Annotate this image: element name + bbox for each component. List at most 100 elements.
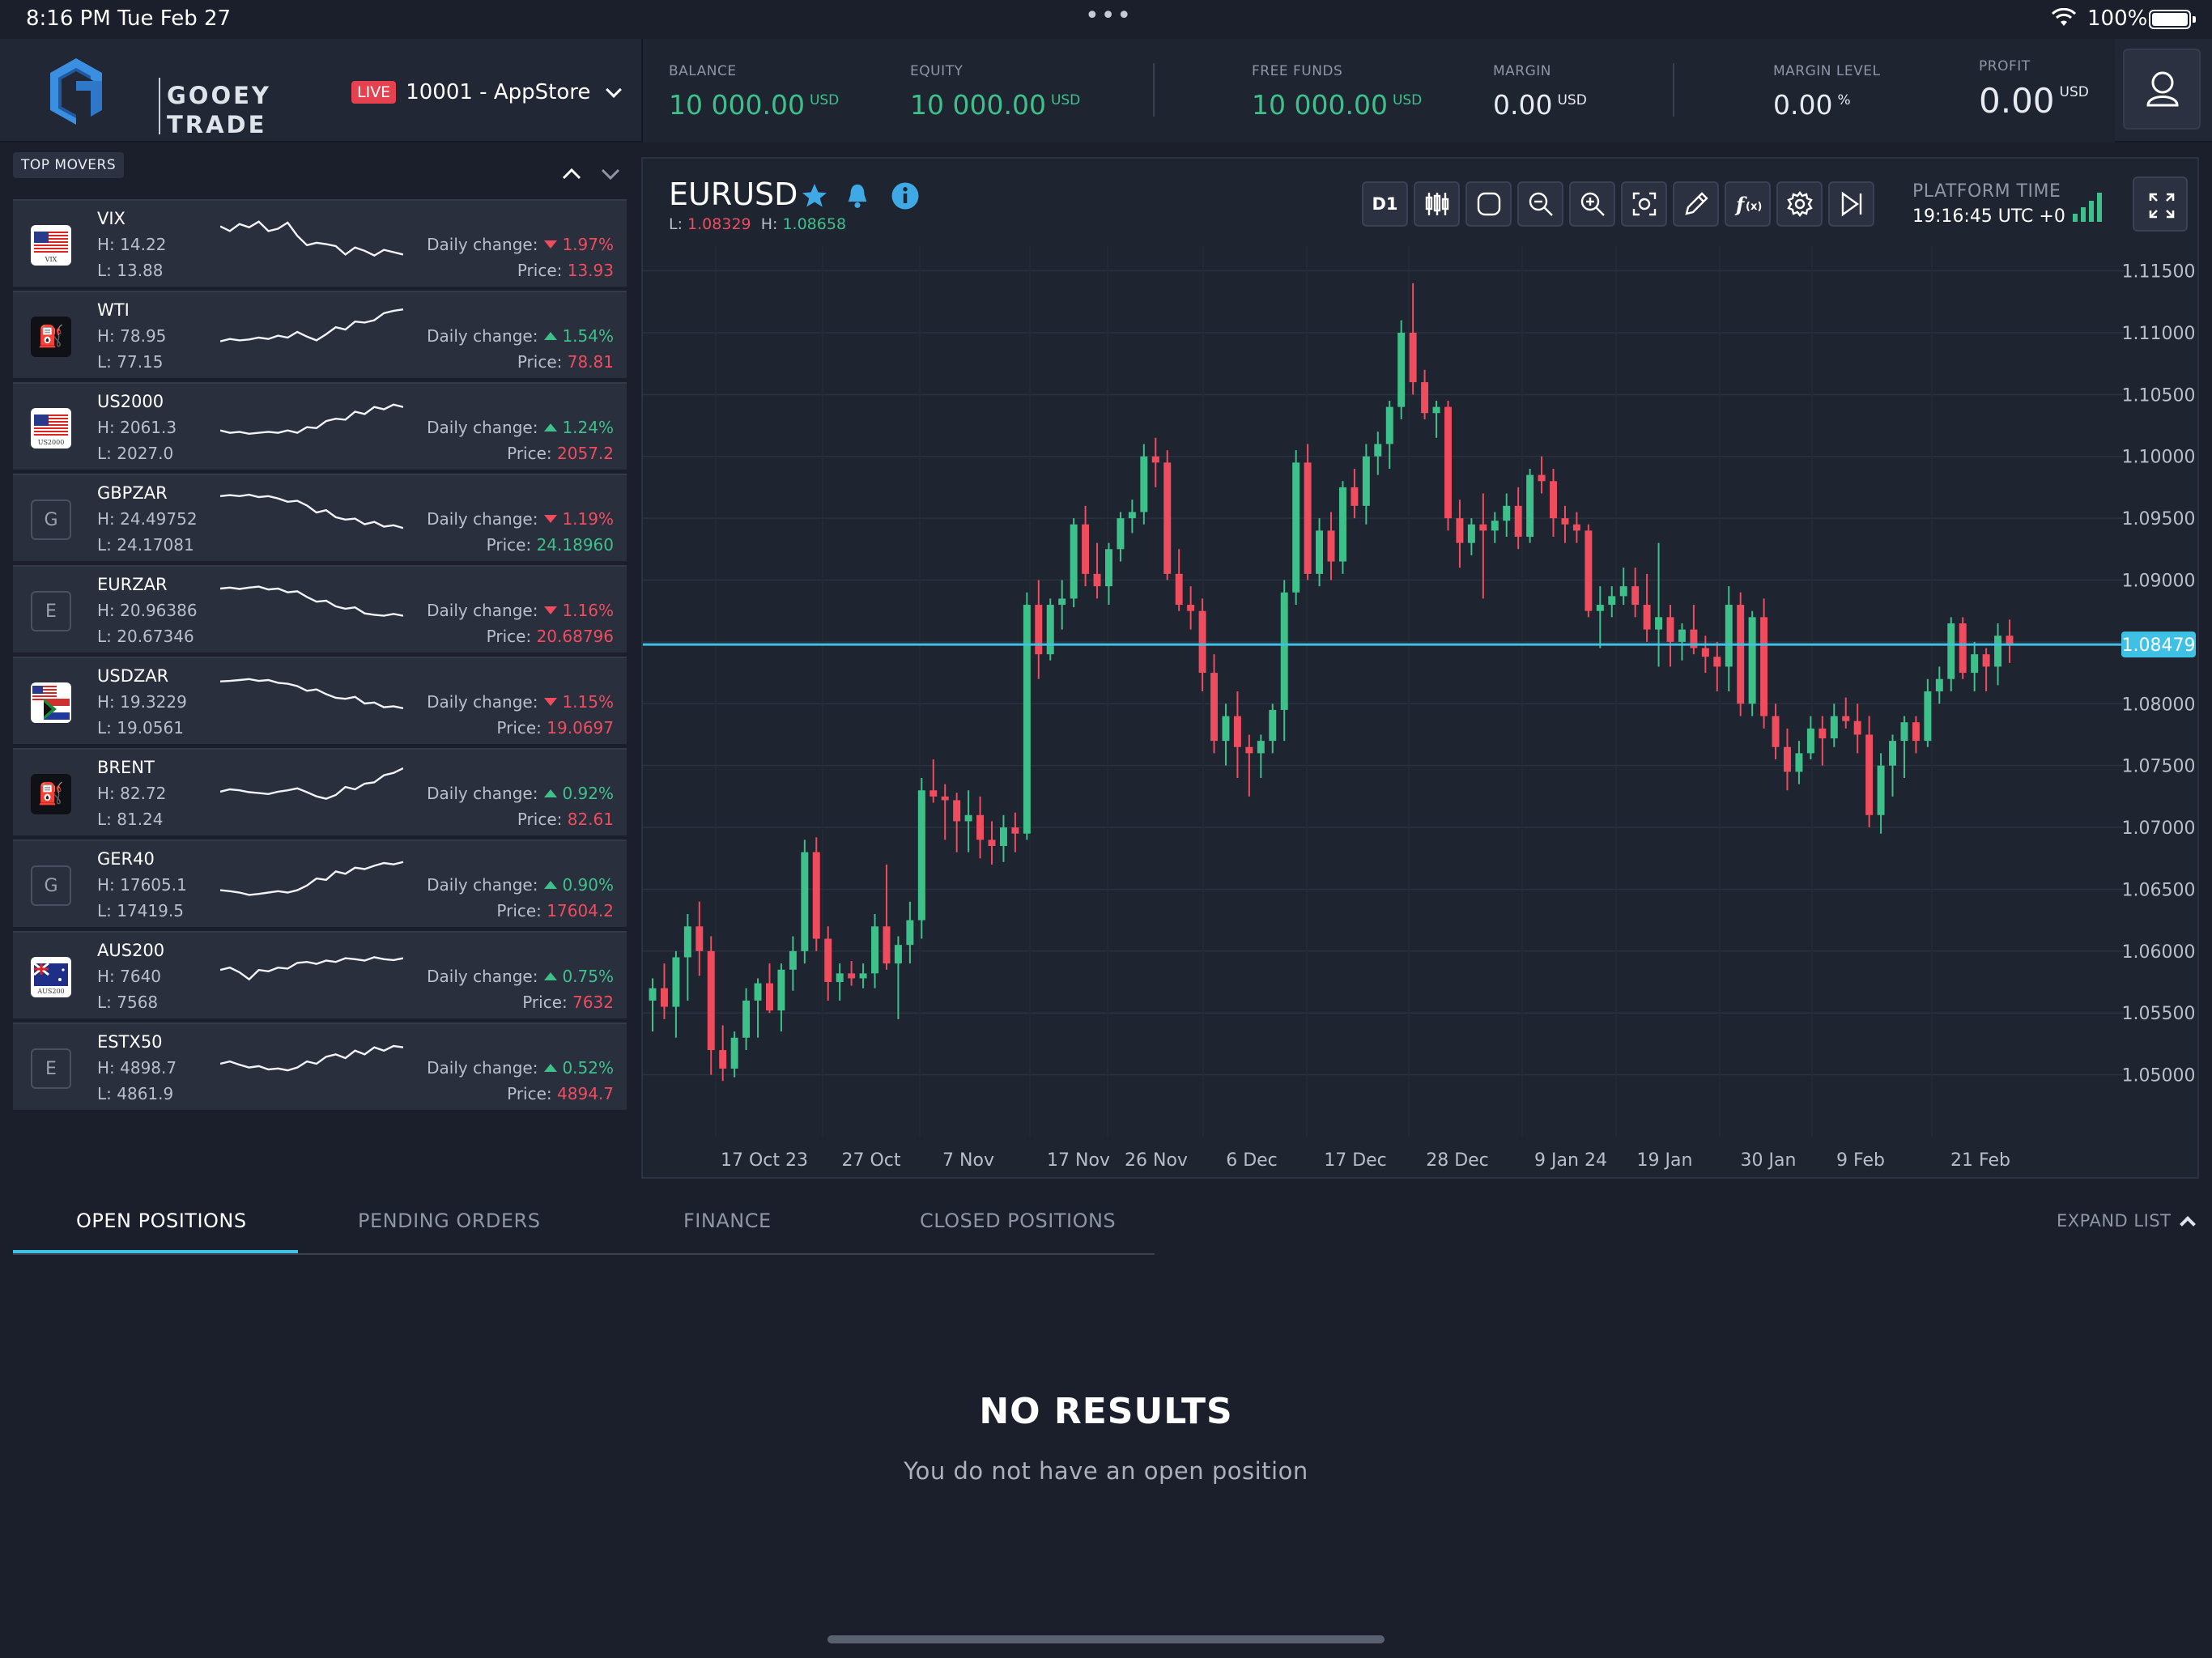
metric-value: 10 000.00 USD — [1252, 89, 1423, 121]
price-alert-bell-icon[interactable] — [844, 181, 871, 210]
candle-body — [1830, 716, 1838, 739]
mover-high: H: 7640 — [97, 967, 162, 986]
mover-row[interactable]: G GER40 H: 17605.1 L: 17419.5 Daily change: 0… — [13, 840, 627, 927]
x-tick-label: 26 Nov — [1125, 1150, 1188, 1171]
y-tick-label: 1.10000 — [2122, 448, 2196, 468]
mover-symbol: ESTX50 — [97, 1032, 163, 1052]
zoom-out-icon — [1529, 192, 1553, 216]
y-tick-label: 1.05500 — [2122, 1004, 2196, 1024]
chart-type-button[interactable] — [1414, 181, 1460, 227]
scroll-to-latest-button[interactable] — [1828, 181, 1874, 227]
candle-body — [672, 957, 680, 1007]
indicators-button[interactable]: f (x) — [1725, 181, 1771, 227]
tab-closed-positions[interactable]: CLOSED POSITIONS — [920, 1209, 1116, 1232]
candle-body — [1701, 648, 1709, 657]
x-tick-label: 17 Dec — [1324, 1150, 1387, 1171]
mover-price: Price: 13.93 — [517, 261, 614, 280]
candle-body — [1421, 382, 1429, 414]
expand-list-button[interactable]: EXPAND LIST — [2057, 1211, 2197, 1232]
triangle-down-icon — [544, 515, 558, 523]
triangle-up-icon — [544, 972, 558, 980]
sparkline-path — [220, 585, 403, 617]
mover-symbol: AUS200 — [97, 941, 165, 960]
settings-button[interactable] — [1776, 181, 1823, 227]
timeframe-button[interactable]: D1 — [1362, 181, 1408, 227]
account-selector[interactable]: LIVE 10001 - AppStore — [351, 76, 623, 108]
logo-wordmark: GOOEY TRADE — [167, 81, 271, 139]
draw-button[interactable] — [1673, 181, 1719, 227]
candle-body — [801, 852, 809, 951]
connection-signal-icon — [2073, 193, 2102, 222]
mover-row[interactable]: VIX VIX H: 14.22 L: 13.88 Daily change: 1.97%… — [13, 199, 627, 287]
mover-row[interactable]: G GBPZAR H: 24.49752 L: 24.17081 Daily chang… — [13, 474, 627, 561]
metric-label: FREE FUNDS — [1252, 63, 1343, 79]
candlestick-chart[interactable]: 1.11500 1.11000 1.10500 1.10000 1.09500 1.090… — [643, 246, 2197, 1175]
mover-price: Price: 78.81 — [517, 352, 614, 372]
mover-price: Price: 20.68796 — [486, 627, 614, 646]
mover-row[interactable]: E EURZAR H: 20.96386 L: 20.67346 Daily chang… — [13, 565, 627, 653]
candle-body — [1982, 654, 1990, 667]
tab-open-positions[interactable]: OPEN POSITIONS — [76, 1209, 247, 1232]
chevron-up-icon[interactable] — [562, 168, 581, 180]
triangle-up-icon — [544, 1064, 558, 1072]
candle-body — [1596, 605, 1604, 611]
mover-low: L: 77.15 — [97, 352, 164, 372]
candle-body — [719, 1050, 727, 1069]
favorite-star-icon[interactable] — [800, 181, 829, 210]
mover-row[interactable]: ⛽ BRENT H: 82.72 L: 81.24 Daily change: 0.92%… — [13, 748, 627, 835]
mover-high: H: 4898.7 — [97, 1058, 177, 1078]
chevron-down-icon[interactable] — [601, 168, 620, 181]
expand-list-label: EXPAND LIST — [2057, 1211, 2172, 1231]
sparkline-path — [220, 678, 403, 709]
info-icon[interactable] — [891, 181, 920, 210]
candle-body — [953, 800, 961, 822]
tab-finance[interactable]: FINANCE — [683, 1209, 772, 1232]
candle-body — [2006, 636, 2014, 644]
candle-body — [1608, 596, 1616, 606]
x-tick-label: 19 Jan — [1637, 1150, 1693, 1171]
mover-row[interactable]: ⛽ WTI H: 78.95 L: 77.15 Daily change: 1.54% Pr… — [13, 291, 627, 378]
metric-label: EQUITY — [910, 63, 963, 79]
sparkline-path — [220, 861, 403, 896]
multitasking-dots[interactable]: ••• — [1085, 2, 1133, 30]
candle-body — [1374, 444, 1382, 457]
candle-body — [1233, 716, 1241, 747]
candle-body — [964, 814, 972, 822]
mover-low: L: 4861.9 — [97, 1084, 174, 1103]
candle-body — [1912, 722, 1920, 742]
home-indicator[interactable] — [827, 1635, 1385, 1643]
mover-symbol: GER40 — [97, 849, 155, 869]
candle-body — [976, 814, 985, 840]
mover-row[interactable]: AUS200 AUS200 H: 7640 L: 7568 Daily change: 0… — [13, 931, 627, 1018]
candle-body — [1105, 549, 1112, 587]
mover-symbol: WTI — [97, 300, 130, 320]
metric-value: 0.00% — [1773, 89, 1851, 121]
mover-row[interactable]: US2000 US2000 H: 2061.3 L: 2027.0 Daily chan… — [13, 382, 627, 470]
candle-body — [999, 827, 1007, 846]
tab-pending-orders[interactable]: PENDING ORDERS — [358, 1209, 540, 1232]
sparkline-path — [220, 493, 403, 529]
chart-shape-button[interactable] — [1465, 181, 1512, 227]
chart-panel: EURUSD L: 1.08329 H: 1.08658 D1 f (x) PL… — [641, 157, 2199, 1179]
candle-body — [1210, 673, 1218, 742]
mover-high: H: 2061.3 — [97, 418, 177, 437]
candle-body — [660, 988, 668, 1007]
mover-sparkline — [220, 956, 403, 981]
candle-body — [1772, 716, 1780, 747]
mover-row[interactable]: E ESTX50 H: 4898.7 L: 4861.9 Daily change: 0.… — [13, 1022, 627, 1110]
fullscreen-button[interactable] — [2133, 176, 2188, 232]
triangle-down-icon — [544, 240, 558, 249]
zoom-in-button[interactable] — [1569, 181, 1615, 227]
mover-row[interactable]: USDZAR H: 19.3229 L: 19.0561 Daily change: 1… — [13, 657, 627, 744]
positions-tabs: OPEN POSITIONS PENDING ORDERS FINANCE CL… — [13, 1201, 1155, 1255]
candle-body — [1409, 332, 1417, 383]
metric-value: 0.00 USD — [1493, 89, 1587, 121]
screenshot-button[interactable] — [1621, 181, 1667, 227]
current-price-label: 1.08479 — [2122, 636, 2196, 656]
mover-high: H: 20.96386 — [97, 601, 198, 620]
pencil-icon — [1684, 192, 1708, 215]
top-movers-title: TOP MOVERS — [13, 152, 125, 178]
expand-icon — [2149, 193, 2175, 219]
zoom-out-button[interactable] — [1517, 181, 1563, 227]
user-profile-button[interactable] — [2123, 49, 2201, 130]
